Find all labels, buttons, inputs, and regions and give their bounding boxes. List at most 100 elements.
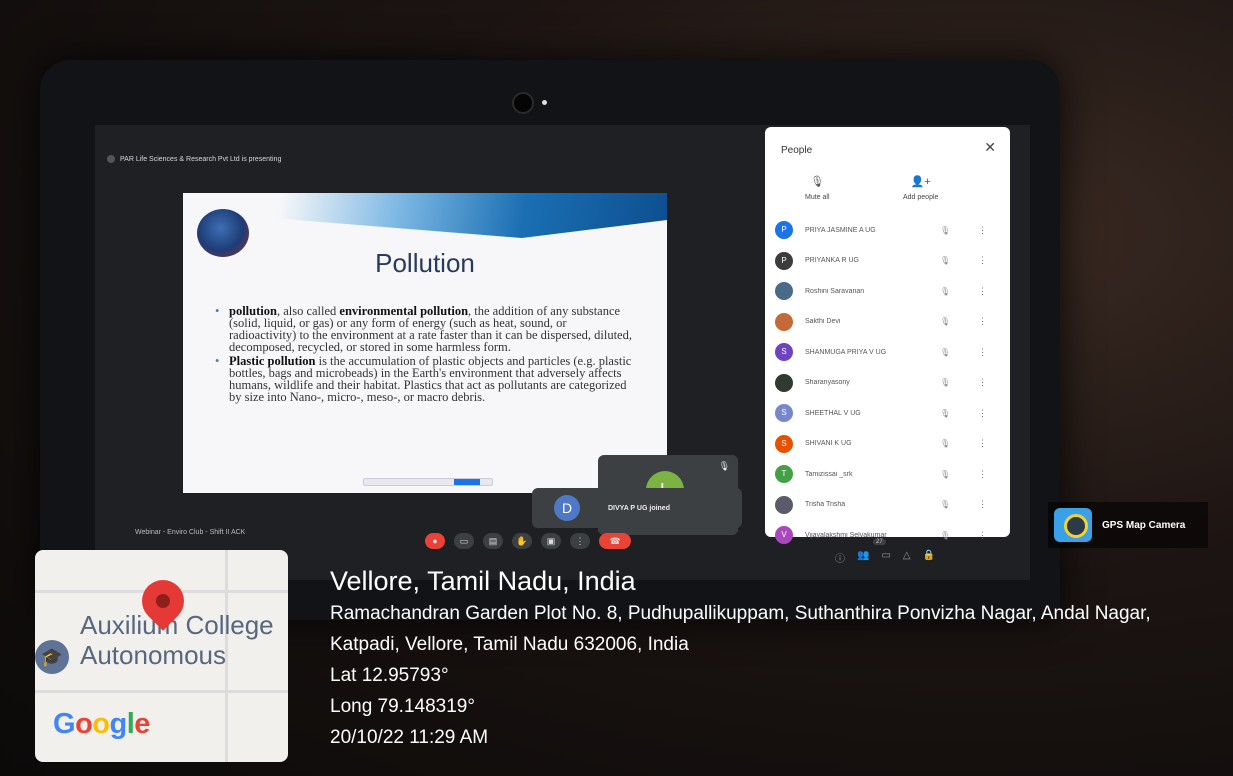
info-icon[interactable]: ⓘ: [835, 550, 845, 565]
more-vert-icon[interactable]: ⋮: [978, 499, 987, 510]
slide-title: Pollution: [375, 248, 475, 278]
participant-avatar: S: [775, 404, 793, 423]
mic-off-icon[interactable]: 🎙: [940, 409, 950, 418]
participant-name: PRIYA JASMINE A UG: [805, 226, 876, 234]
participant-row[interactable]: Trisha Trisha 🎙 ⋮: [775, 490, 1000, 521]
slide-header-wave: [183, 193, 667, 238]
people-panel: People ✕ 🎙 Mute all 👤+ Add people P PRIYA…: [765, 127, 1010, 545]
slide-bullet: Plastic pollution is the accumulation of…: [215, 355, 635, 404]
gps-longitude: Long 79.148319°: [330, 696, 475, 717]
graduation-cap-icon: 🎓: [35, 640, 69, 674]
mic-off-icon[interactable]: 🎙: [940, 256, 950, 265]
join-message: DIVYA P UG joined: [608, 504, 670, 512]
chat-icon[interactable]: ▭: [881, 550, 890, 565]
more-vert-icon[interactable]: ⋮: [978, 408, 987, 419]
mic-off-icon[interactable]: 🎙: [940, 348, 950, 357]
map-road: [35, 690, 288, 693]
participant-avatar: [775, 312, 793, 331]
mic-off-icon[interactable]: 🎙: [940, 378, 950, 387]
camera-toggle-button[interactable]: ▭: [454, 533, 474, 549]
participant-name: Trisha Trisha: [805, 501, 846, 509]
slide-bullet: pollution, also called environmental pol…: [215, 305, 635, 354]
mic-off-icon[interactable]: 🎙: [940, 470, 950, 479]
more-vert-icon[interactable]: ⋮: [978, 316, 987, 327]
more-vert-icon[interactable]: ⋮: [978, 225, 987, 236]
mic-off-icon[interactable]: 🎙: [940, 287, 950, 296]
gps-camera-app-icon: [1054, 508, 1092, 542]
mic-off-icon[interactable]: 🎙: [940, 531, 950, 540]
mute-all-button[interactable]: 🎙 Mute all: [805, 175, 830, 201]
google-logo-letter: e: [134, 708, 150, 740]
gps-map-thumbnail[interactable]: Auxilium College Autonomous 🎓 Google: [35, 550, 288, 762]
participant-row[interactable]: S SHANMUGA PRIYA V UG 🎙 ⋮: [775, 337, 1000, 368]
participant-avatar: [775, 373, 793, 392]
participant-avatar: [775, 282, 793, 301]
mic-off-icon[interactable]: 🎙: [940, 500, 950, 509]
host-controls-icon[interactable]: 🔒: [923, 550, 935, 565]
participant-name: SHEETHAL V UG: [805, 409, 861, 417]
more-vert-icon[interactable]: ⋮: [978, 377, 987, 388]
meeting-name: Webinar - Enviro Club - Shift II ACK: [135, 529, 246, 536]
join-notification: D DIVYA P UG joined: [532, 488, 742, 528]
participant-name: SHANMUGA PRIYA V UG: [805, 348, 887, 356]
people-panel-title: People: [781, 145, 813, 156]
webcam-led: [542, 100, 547, 105]
participant-name: PRIYANKA R UG: [805, 257, 859, 265]
mic-off-icon[interactable]: 🎙: [940, 439, 950, 448]
participant-row[interactable]: V Vijayalakshmi Selvakumar 🎙 ⋮: [775, 520, 1000, 551]
gps-brand-label: GPS Map Camera: [1102, 519, 1186, 531]
people-icon[interactable]: 👥: [857, 550, 869, 565]
more-vert-icon[interactable]: ⋮: [978, 347, 987, 358]
google-logo-letter: G: [53, 708, 76, 740]
add-people-button[interactable]: 👤+ Add people: [903, 175, 938, 201]
mic-toggle-button[interactable]: ●: [425, 533, 445, 549]
participant-name: Tamizissai _srk: [805, 470, 853, 478]
laptop-screen: PAR Life Sciences & Research Pvt Ltd is …: [95, 125, 1030, 580]
participant-avatar: T: [775, 465, 793, 484]
more-vert-icon[interactable]: ⋮: [978, 438, 987, 449]
mic-off-icon[interactable]: 🎙: [940, 226, 950, 235]
participant-avatar: S: [775, 343, 793, 362]
more-vert-icon[interactable]: ⋮: [978, 469, 987, 480]
participant-avatar: P: [775, 251, 793, 270]
participant-avatar: S: [775, 434, 793, 453]
gps-city: Vellore, Tamil Nadu, India: [330, 566, 636, 596]
participant-row[interactable]: P PRIYANKA R UG 🎙 ⋮: [775, 246, 1000, 277]
gps-datetime: 20/10/22 11:29 AM: [330, 727, 489, 748]
joined-avatar: D: [554, 495, 580, 521]
add-person-icon: 👤+: [910, 176, 931, 188]
end-call-button[interactable]: ☎: [599, 533, 631, 549]
present-button[interactable]: ▣: [541, 533, 561, 549]
close-icon[interactable]: ✕: [984, 139, 996, 156]
participant-row[interactable]: T Tamizissai _srk 🎙 ⋮: [775, 459, 1000, 490]
slide-body: pollution, also called environmental pol…: [215, 305, 635, 405]
activities-icon[interactable]: △: [903, 550, 911, 565]
participant-row[interactable]: Roshini Saravanan 🎙 ⋮: [775, 276, 1000, 307]
mic-off-icon[interactable]: 🎙: [940, 317, 950, 326]
participant-avatar: V: [775, 526, 793, 545]
more-options-button[interactable]: ⋮: [570, 533, 590, 549]
more-vert-icon[interactable]: ⋮: [978, 255, 987, 266]
captions-button[interactable]: ▤: [483, 533, 503, 549]
participant-row[interactable]: P PRIYA JASMINE A UG 🎙 ⋮: [775, 215, 1000, 246]
more-vert-icon[interactable]: ⋮: [978, 286, 987, 297]
participant-name: SHIVANI K UG: [805, 440, 852, 448]
side-controls: ⓘ 👥 ▭ △ 🔒: [835, 550, 935, 565]
gps-map-camera-badge: GPS Map Camera: [1048, 502, 1208, 548]
gps-info: Vellore, Tamil Nadu, India Ramachandran …: [330, 564, 1190, 753]
google-logo-letter: o: [75, 708, 93, 740]
participant-avatar: [775, 495, 793, 514]
stop-sharing-button[interactable]: [454, 479, 480, 485]
participant-row[interactable]: S SHEETHAL V UG 🎙 ⋮: [775, 398, 1000, 429]
more-vert-icon[interactable]: ⋮: [978, 530, 987, 541]
google-logo-letter: o: [92, 708, 110, 740]
presenting-text: PAR Life Sciences & Research Pvt Ltd is …: [120, 155, 282, 163]
participant-row[interactable]: Sakthi Devi 🎙 ⋮: [775, 307, 1000, 338]
map-place-label: Auxilium College Autonomous: [80, 610, 274, 670]
participant-row[interactable]: S SHIVANI K UG 🎙 ⋮: [775, 429, 1000, 460]
participant-row[interactable]: Sharanyasony 🎙 ⋮: [775, 368, 1000, 399]
raise-hand-button[interactable]: ✋: [512, 533, 532, 549]
presenter-avatar-icon: [107, 155, 115, 163]
gps-address: Ramachandran Garden Plot No. 8, Pudhupal…: [330, 603, 1151, 655]
google-logo-letter: g: [109, 708, 128, 740]
